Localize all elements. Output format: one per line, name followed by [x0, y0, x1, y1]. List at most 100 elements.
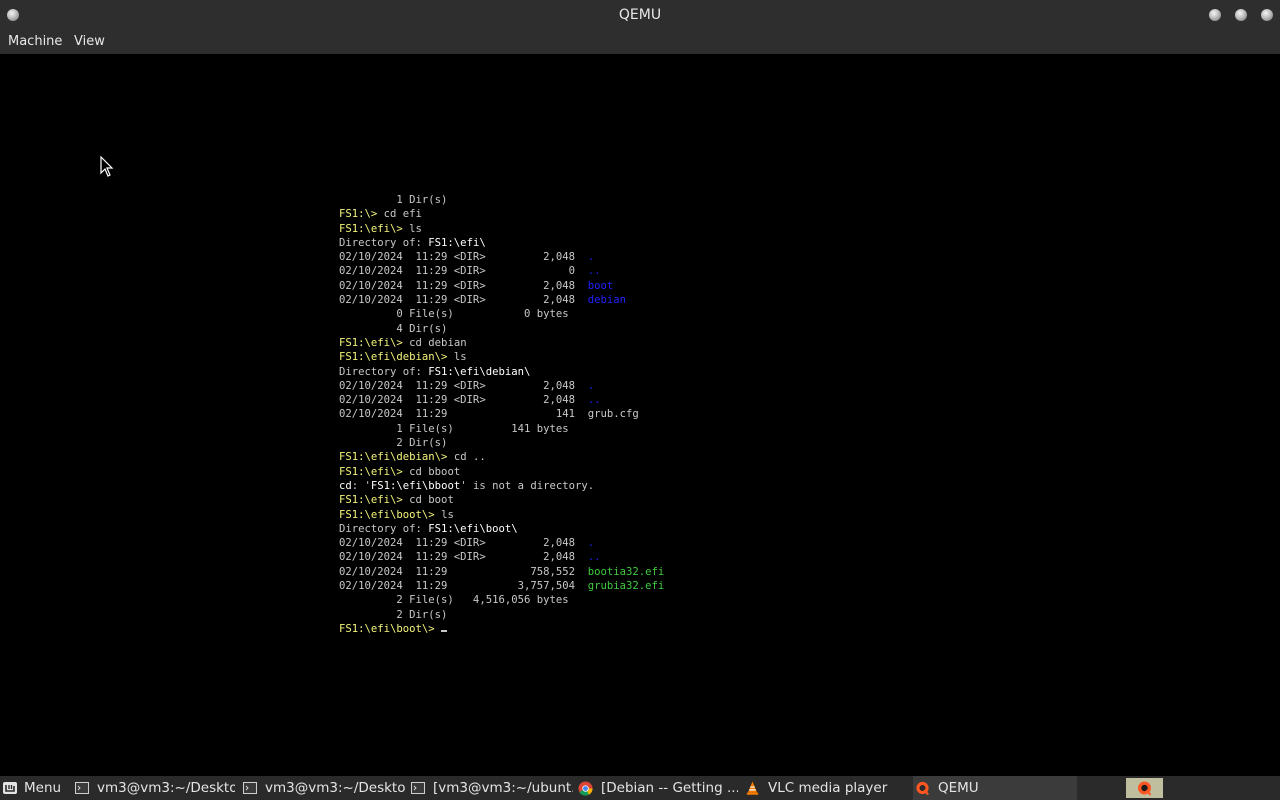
taskbar-item-qemu[interactable]: QEMU [913, 776, 1077, 800]
terminal-text: 02/10/2024 11:29 <DIR> 2,048 [339, 551, 588, 564]
terminal-text: 4 Dir(s) [339, 322, 448, 335]
terminal-line: FS1:\efi\> cd boot [339, 493, 1039, 507]
terminal-icon [411, 782, 425, 794]
menu-view[interactable]: View [74, 30, 105, 54]
menu-machine[interactable]: Machine [8, 30, 62, 54]
window-titlebar[interactable]: QEMU [0, 0, 1280, 30]
vm-display[interactable]: 1 Dir(s) FS1:\> cd efi FS1:\efi\> ls Direct… [0, 54, 1280, 776]
maximize-icon[interactable] [1235, 9, 1247, 21]
terminal-text: .. [587, 394, 601, 407]
tray-qemu-button[interactable] [1126, 778, 1163, 798]
terminal-text: . [587, 537, 595, 550]
terminal-text: boot [587, 279, 614, 292]
terminal-line: FS1:\efi\> cd debian [339, 336, 1039, 350]
terminal-text: cd bboot [409, 465, 461, 478]
terminal-line: Directory of: FS1:\efi\ [339, 236, 1039, 250]
terminal-text: FS1:\efi\debian\> [339, 351, 454, 364]
mouse-pointer-icon [100, 156, 114, 177]
taskbar-item-label: VLC media player [768, 780, 888, 796]
terminal-line: 02/10/2024 11:29 <DIR> 2,048 boot [339, 279, 1039, 293]
terminal-text: ls [409, 222, 422, 235]
terminal-line: Directory of: FS1:\efi\boot\ [339, 522, 1039, 536]
terminal-text: Directory of: [339, 365, 429, 378]
terminal-text: 1 File(s) 141 bytes [339, 422, 569, 435]
terminal-line: 02/10/2024 11:29 <DIR> 2,048 .. [339, 550, 1039, 564]
start-menu-button[interactable]: Menu [0, 776, 66, 800]
terminal-line: 02/10/2024 11:29 3,757,504 grubia32.efi [339, 579, 1039, 593]
terminal-text: FS1:\efi\debian\> [339, 451, 454, 464]
terminal-line: 02/10/2024 11:29 <DIR> 2,048 . [339, 250, 1039, 264]
terminal-icon [243, 782, 257, 794]
terminal-line: 02/10/2024 11:29 758,552 bootia32.efi [339, 565, 1039, 579]
qemu-icon [1138, 781, 1152, 796]
taskbar-item-terminal-desktop-2[interactable]: vm3@vm3:~/Deskto... [243, 776, 405, 800]
terminal-line: Directory of: FS1:\efi\debian\ [339, 365, 1039, 379]
terminal-line: FS1:\efi\boot\> ls [339, 508, 1039, 522]
terminal-text: 02/10/2024 11:29 758,552 [339, 565, 588, 578]
terminal-text: bootia32.efi [587, 565, 665, 578]
terminal-text: FS1:\efi\boot\ [428, 522, 518, 535]
mint-menu-icon [3, 782, 17, 794]
terminal-text: Directory of: [339, 522, 429, 535]
qemu-icon [916, 781, 929, 796]
text-cursor [441, 629, 448, 632]
terminal-line: 02/10/2024 11:29 141 grub.cfg [339, 407, 1039, 421]
vlc-icon [746, 781, 759, 795]
terminal-text: cd boot [409, 494, 454, 507]
terminal-line: 2 Dir(s) [339, 436, 1039, 450]
terminal-text: .. [587, 265, 601, 278]
terminal-text: 02/10/2024 11:29 <DIR> 2,048 [339, 251, 588, 264]
close-icon[interactable] [1261, 9, 1273, 21]
terminal-text: 02/10/2024 11:29 <DIR> 2,048 [339, 294, 588, 307]
taskbar-item-label: [Debian -- Getting ... [601, 780, 738, 796]
terminal-line: 1 File(s) 141 bytes [339, 422, 1039, 436]
terminal-line: 2 Dir(s) [339, 608, 1039, 622]
taskbar-item-label: vm3@vm3:~/Desktop [97, 780, 235, 796]
terminal-text: FS1:\efi\boot\> [339, 508, 442, 521]
terminal-line: 1 Dir(s) [339, 193, 1039, 207]
taskbar-item-label: [vm3@vm3:~/ubunt... [433, 780, 573, 796]
terminal-text: cd debian [409, 336, 467, 349]
terminal-text: cd [339, 479, 352, 492]
terminal-text: grub.cfg [587, 408, 639, 421]
taskbar-item-terminal-ubuntu[interactable]: [vm3@vm3:~/ubunt... [411, 776, 573, 800]
terminal-line: FS1:\efi\boot\> [339, 622, 1039, 636]
taskbar-item-terminal-desktop[interactable]: vm3@vm3:~/Desktop [75, 776, 235, 800]
terminal-text: Directory of: [339, 236, 429, 249]
terminal-text: ls [441, 508, 454, 521]
terminal-text: 2 Dir(s) [339, 437, 448, 450]
terminal-text: debian [587, 294, 627, 307]
terminal-text: 02/10/2024 11:29 141 [339, 408, 588, 421]
terminal-text: FS1:\efi\debian\ [428, 365, 531, 378]
minimize-icon[interactable] [1209, 9, 1221, 21]
terminal-line: 02/10/2024 11:29 <DIR> 2,048 .. [339, 393, 1039, 407]
terminal-text: FS1:\efi\> [339, 494, 410, 507]
terminal-text: . [587, 251, 595, 264]
terminal-text: .. [587, 551, 601, 564]
terminal-text: 2 Dir(s) [339, 608, 448, 621]
terminal-text: cd efi [383, 208, 422, 221]
terminal-line: cd: 'FS1:\efi\bboot' is not a directory. [339, 479, 1039, 493]
terminal-text: 0 File(s) 0 bytes [339, 308, 569, 321]
terminal-text: : ' [351, 479, 371, 492]
taskbar-item-vlc[interactable]: VLC media player [745, 776, 903, 800]
taskbar-item-label: vm3@vm3:~/Deskto... [265, 780, 405, 796]
taskbar-item-chrome-debian[interactable]: [Debian -- Getting ... [578, 776, 738, 800]
terminal-text: 1 Dir(s) [339, 194, 448, 206]
terminal-line: 02/10/2024 11:29 <DIR> 2,048 . [339, 379, 1039, 393]
terminal-text: FS1:\efi\> [339, 465, 410, 478]
terminal-line: FS1:\efi\> cd bboot [339, 465, 1039, 479]
chrome-icon [578, 780, 593, 796]
terminal-text: 02/10/2024 11:29 3,757,504 [339, 580, 588, 593]
window-title: QEMU [618, 7, 662, 23]
terminal-line: FS1:\efi\> ls [339, 222, 1039, 236]
terminal-line: 02/10/2024 11:29 <DIR> 2,048 debian [339, 293, 1039, 307]
taskbar: Menu vm3@vm3:~/Desktop vm3@vm3:~/Deskto.… [0, 776, 1280, 800]
terminal-text: 02/10/2024 11:29 <DIR> 2,048 [339, 279, 588, 292]
start-menu-label: Menu [24, 780, 62, 796]
terminal-text: FS1:\efi\boot\> [339, 622, 442, 635]
terminal-line: FS1:\efi\debian\> cd .. [339, 450, 1039, 464]
terminal-text: FS1:\efi\bboot [370, 479, 461, 492]
uefi-shell-output: 1 Dir(s) FS1:\> cd efi FS1:\efi\> ls Direct… [339, 193, 1039, 636]
terminal-text: 02/10/2024 11:29 <DIR> 2,048 [339, 537, 588, 550]
